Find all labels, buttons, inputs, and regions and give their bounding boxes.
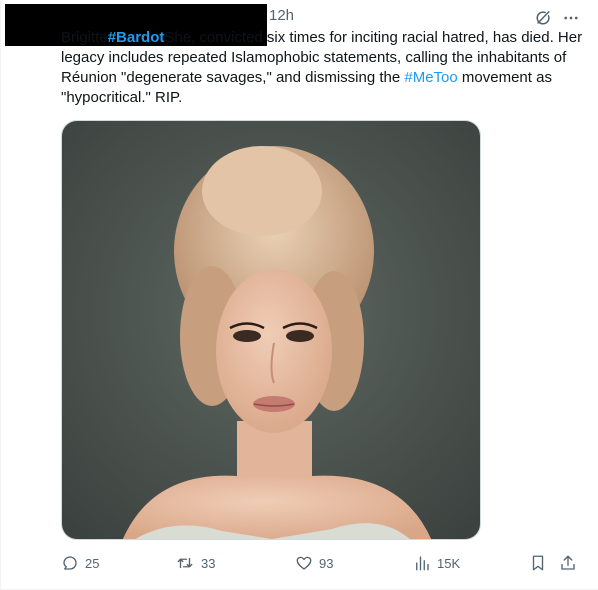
repost-button[interactable]: 33 (175, 552, 215, 574)
grok-icon (536, 11, 550, 25)
tweet-text: Brigitte#BardotShe, convicted six times … (61, 28, 585, 108)
repost-count: 33 (201, 555, 216, 571)
reply-count: 25 (85, 555, 100, 571)
portrait-photo (62, 121, 480, 539)
grok-button[interactable] (531, 6, 555, 30)
like-button[interactable]: 93 (295, 552, 333, 574)
tweet[interactable]: 12h Brigitte#BardotShe, convicted six ti… (0, 0, 598, 590)
media-photo[interactable] (61, 120, 481, 540)
hashtag-link[interactable]: #MeToo (404, 69, 457, 86)
reply-icon (63, 556, 77, 570)
like-count: 93 (319, 555, 334, 571)
repost-icon (177, 557, 193, 569)
share-button[interactable] (559, 552, 577, 574)
more-icon (564, 16, 578, 20)
share-icon (561, 555, 575, 570)
views-count: 15K (437, 555, 461, 571)
views-icon (416, 556, 429, 571)
tweet-text-part: Brigitte (61, 29, 108, 46)
like-icon (296, 556, 312, 570)
bookmark-icon (532, 555, 544, 571)
reply-button[interactable]: 25 (61, 552, 99, 574)
timestamp[interactable]: 12h (269, 7, 294, 24)
tweet-actions: 25 33 93 15K (57, 552, 587, 576)
views-button[interactable]: 15K (413, 552, 460, 574)
hashtag-link[interactable]: #Bardot (108, 29, 165, 46)
bookmark-button[interactable] (529, 552, 547, 574)
more-button[interactable] (559, 6, 583, 30)
